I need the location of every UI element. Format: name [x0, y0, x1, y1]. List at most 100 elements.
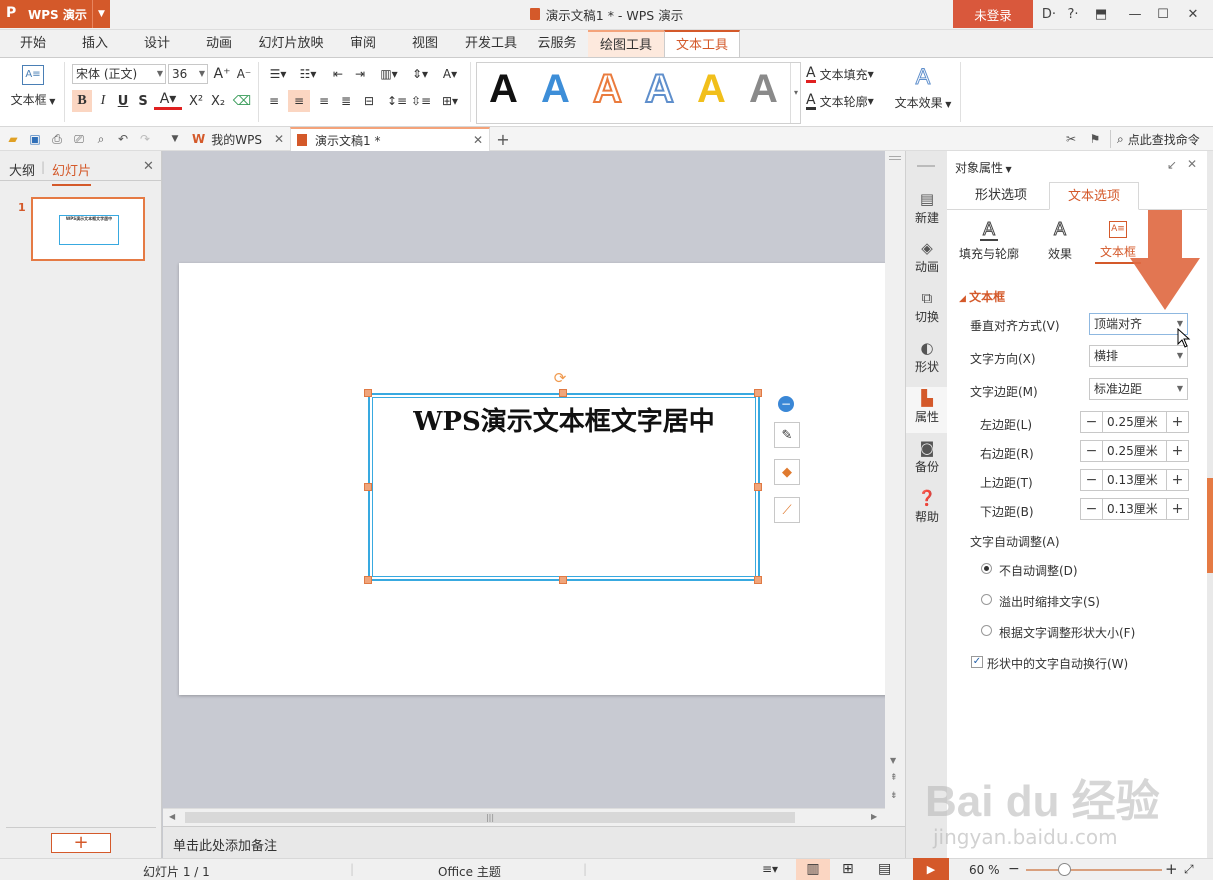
section-textbox[interactable]: ◢ 文本框: [959, 288, 1005, 305]
decrease-indent-icon[interactable]: ⇤: [328, 63, 348, 85]
tab-document[interactable]: 演示文稿1 * ✕: [290, 127, 490, 151]
resize-handle-sw[interactable]: [364, 576, 372, 584]
resize-handle-e[interactable]: [754, 483, 762, 491]
line-spacing-icon[interactable]: ↕≡: [386, 90, 408, 112]
resize-handle-n[interactable]: [559, 389, 567, 397]
slide-thumbnail[interactable]: WPS演示文本框文字居中: [31, 197, 145, 261]
tab-text-options[interactable]: 文本选项: [1049, 182, 1139, 210]
save-icon[interactable]: ▣: [26, 130, 44, 148]
font-size-select[interactable]: 36 ▼: [168, 64, 208, 84]
selected-textbox[interactable]: WPS演示文本框文字居中: [368, 393, 760, 581]
add-slide-button[interactable]: +: [51, 833, 111, 853]
command-search[interactable]: ⌕ 点此查找命令: [1110, 130, 1200, 148]
subtab-effects[interactable]: A 效果: [1037, 219, 1083, 264]
sidebar-item-transition[interactable]: ⧉ 切换: [906, 287, 948, 333]
text-style-orange-outline[interactable]: A: [585, 66, 630, 112]
quickbar-dropdown-icon[interactable]: ▼: [166, 130, 184, 148]
text-style-yellow[interactable]: A: [689, 67, 734, 112]
left-margin-stepper[interactable]: −0.25厘米 +: [1080, 411, 1189, 433]
resize-handle-nw[interactable]: [364, 389, 372, 397]
rotate-handle-icon[interactable]: ⟳: [552, 370, 568, 386]
open-folder-icon[interactable]: ▰: [4, 130, 22, 148]
tab-design[interactable]: 设计: [134, 30, 180, 57]
tab-slideshow[interactable]: 幻灯片放映: [256, 30, 326, 57]
close-icon[interactable]: ✕: [1180, 0, 1206, 28]
minus-icon[interactable]: −: [1081, 499, 1103, 519]
collapse-icon[interactable]: −: [778, 396, 794, 412]
help-icon[interactable]: ?·: [1060, 0, 1086, 28]
sidebar-item-help[interactable]: ❓ 帮助: [906, 487, 948, 533]
underline-icon[interactable]: U: [114, 90, 132, 112]
close-tab-icon[interactable]: ✕: [473, 133, 483, 147]
notes-pane[interactable]: 单击此处添加备注: [163, 826, 905, 858]
tab-view[interactable]: 视图: [402, 30, 448, 57]
minimize-icon[interactable]: —: [1122, 0, 1148, 28]
maximize-icon[interactable]: ☐: [1150, 0, 1176, 28]
play-slideshow-button[interactable]: ▶: [913, 858, 949, 880]
valign-select[interactable]: 顶端对齐 ▼: [1089, 313, 1188, 335]
resize-handle-s[interactable]: [559, 576, 567, 584]
zoom-out-icon[interactable]: −: [1008, 861, 1020, 877]
align-text-icon[interactable]: A▾: [436, 63, 464, 85]
sidebar-item-shape[interactable]: ◐ 形状: [906, 337, 948, 383]
clear-format-icon[interactable]: ⌫: [232, 90, 252, 112]
direction-select[interactable]: 横排 ▼: [1089, 345, 1188, 367]
notes-toggle-icon[interactable]: ≡▾: [762, 862, 778, 876]
redo-icon[interactable]: ↷: [136, 130, 154, 148]
tab-start[interactable]: 开始: [10, 30, 56, 57]
sidebar-item-animation[interactable]: ◈ 动画: [906, 237, 948, 283]
text-style-gray[interactable]: A: [741, 67, 786, 112]
next-slide-icon[interactable]: ⇟: [890, 791, 898, 801]
text-direction-icon[interactable]: ⇕▾: [406, 63, 434, 85]
resize-handle-w[interactable]: [364, 483, 372, 491]
tab-developer[interactable]: 开发工具: [462, 30, 520, 57]
subtab-fill-outline[interactable]: A 填充与轮廓: [959, 219, 1019, 264]
align-left-icon[interactable]: ≡: [264, 90, 284, 112]
login-button[interactable]: 未登录: [953, 0, 1033, 28]
shadow-icon[interactable]: S: [134, 90, 152, 112]
new-tab-icon[interactable]: +: [494, 130, 512, 149]
export-pdf-icon[interactable]: ⎙: [48, 130, 66, 148]
panel-scrollbar[interactable]: [1207, 151, 1213, 858]
paragraph-spacing-icon[interactable]: ⇳≡: [410, 90, 432, 112]
paragraph-settings-icon[interactable]: ⊞▾: [436, 90, 464, 112]
tab-review[interactable]: 审阅: [340, 30, 386, 57]
plus-icon[interactable]: +: [1166, 412, 1188, 432]
bold-icon[interactable]: B: [72, 90, 92, 112]
sidebar-item-new[interactable]: ▤ 新建: [906, 188, 948, 234]
pin-icon[interactable]: ✂: [1062, 130, 1080, 148]
text-outline-button[interactable]: A 文本轮廓 ▼: [806, 90, 890, 112]
text-style-black[interactable]: A: [481, 67, 526, 112]
resize-handle-se[interactable]: [754, 576, 762, 584]
tab-cloud[interactable]: 云服务: [532, 30, 582, 57]
plus-icon[interactable]: +: [1166, 441, 1188, 461]
radio-no-autofit[interactable]: [981, 563, 992, 574]
vertical-scrollbar[interactable]: ▼ ⇞ ⇟: [885, 151, 905, 826]
print-icon[interactable]: ⎚: [70, 130, 88, 148]
tab-animation[interactable]: 动画: [196, 30, 242, 57]
panel-header[interactable]: 对象属性 ▼: [955, 159, 1012, 176]
italic-icon[interactable]: I: [94, 90, 112, 112]
print-preview-icon[interactable]: ⌕: [92, 130, 110, 148]
edit-shape-icon[interactable]: ✎: [774, 422, 800, 448]
align-center-icon[interactable]: ≡: [288, 90, 310, 112]
scroll-right-icon[interactable]: ▶: [871, 812, 877, 821]
minus-icon[interactable]: −: [1081, 412, 1103, 432]
restore-ribbon-icon[interactable]: ⬒: [1088, 0, 1114, 28]
tab-my-wps[interactable]: W 我的WPS ✕: [186, 127, 290, 151]
chevron-down-icon[interactable]: ▼: [92, 0, 110, 28]
zoom-in-icon[interactable]: +: [1165, 860, 1178, 878]
zoom-slider[interactable]: [1026, 869, 1162, 871]
subscript-icon[interactable]: X₂: [208, 90, 228, 112]
zoom-slider-thumb[interactable]: [1058, 863, 1071, 876]
tab-text-tools[interactable]: 文本工具: [664, 30, 740, 57]
numbered-list-icon[interactable]: ☷▾: [294, 63, 322, 85]
textbox-text[interactable]: WPS演示文本框文字居中: [370, 401, 758, 438]
tab-slides[interactable]: 幻灯片: [52, 160, 92, 186]
text-style-blue-outline[interactable]: A: [637, 66, 682, 112]
radio-shrink-on-overflow[interactable]: [981, 594, 992, 605]
columns-icon[interactable]: ▥▾: [374, 63, 404, 85]
radio-resize-shape[interactable]: [981, 625, 992, 636]
radio-shrink-on-overflow-label[interactable]: 溢出时缩排文字(S): [999, 593, 1100, 610]
text-style-blue[interactable]: A: [533, 67, 578, 112]
